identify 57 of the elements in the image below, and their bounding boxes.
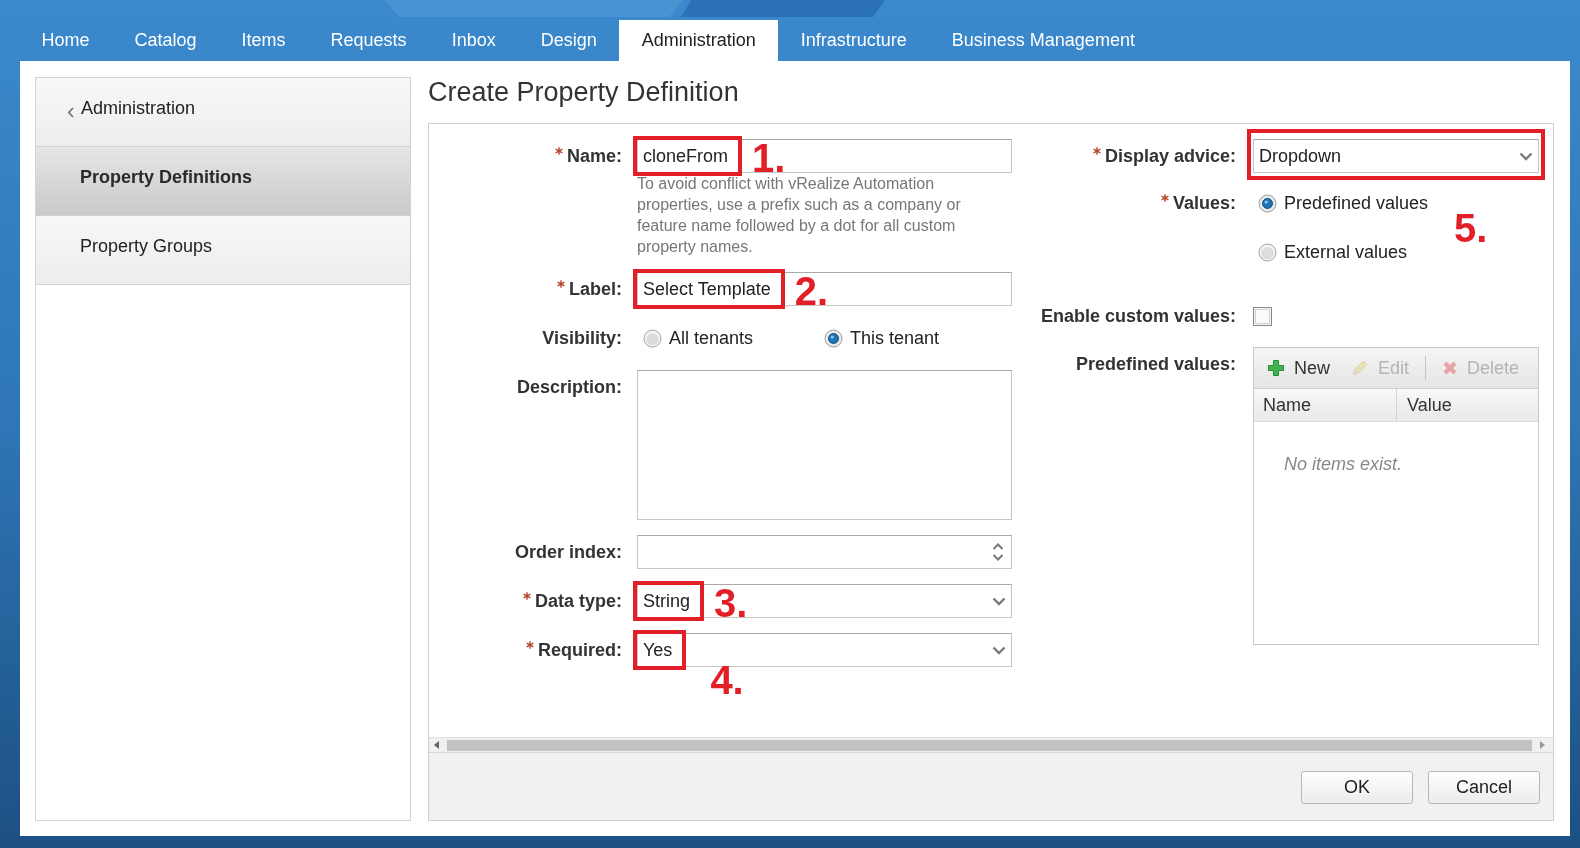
radio-button[interactable]	[824, 328, 843, 348]
callout-frame	[633, 580, 705, 621]
number-input[interactable]	[637, 535, 1012, 569]
page-title: Create Property Definition	[428, 76, 739, 108]
scrollbar-thumb[interactable]	[447, 739, 1532, 751]
back-link[interactable]: Administration	[36, 78, 410, 147]
field-label: Display advice:	[1104, 144, 1236, 168]
callout-number: 5.	[1454, 207, 1488, 248]
sidebar-item[interactable]: Property Definitions	[36, 147, 410, 216]
radio-label: Predefined values	[1284, 191, 1429, 215]
empty-message: No items exist.	[1284, 454, 1403, 474]
callout-frame	[633, 629, 687, 670]
field-label: Order index:	[514, 540, 622, 564]
sidebar-item[interactable]: Property Groups	[36, 216, 410, 285]
field-label: Required:	[538, 638, 622, 662]
nav-tab[interactable]: Catalog	[112, 20, 220, 61]
nav-tab[interactable]: Items	[219, 20, 309, 61]
field-label: Label:	[569, 277, 622, 301]
field-label: Values:	[1172, 191, 1236, 215]
column-header[interactable]: Value	[1397, 389, 1538, 421]
back-chevron-icon	[67, 106, 74, 118]
checkbox[interactable]	[1253, 306, 1272, 326]
cross-icon	[1442, 360, 1459, 376]
chevron-down-icon[interactable]	[992, 596, 1006, 606]
dialog-button[interactable]: OK	[1301, 771, 1413, 804]
nav-tab[interactable]: Infrastructure	[778, 20, 930, 61]
plus-icon	[1267, 359, 1285, 377]
horizontal-scrollbar[interactable]	[429, 737, 1553, 752]
nav-tab[interactable]: Design	[518, 20, 620, 61]
field-label: Name:	[566, 144, 622, 168]
pencil-icon	[1351, 359, 1369, 377]
field-label: Visibility:	[542, 326, 622, 350]
field-label: Predefined values:	[1075, 352, 1236, 376]
add-button[interactable]: New	[1262, 353, 1335, 383]
radio-button[interactable]	[643, 328, 662, 348]
stepper-arrows-icon[interactable]	[992, 541, 1004, 563]
radio-button[interactable]	[1258, 193, 1277, 213]
field-label: Data type:	[534, 589, 622, 613]
field-label: Enable custom values:	[1040, 304, 1236, 328]
scroll-right-icon[interactable]	[1540, 741, 1545, 749]
chevron-down-icon[interactable]	[992, 645, 1006, 655]
radio-label: All tenants	[669, 326, 754, 350]
nav-tab[interactable]: Requests	[308, 20, 430, 61]
radio-label: External values	[1284, 240, 1408, 264]
nav-tab[interactable]: Business Management	[929, 20, 1158, 61]
nav-tab[interactable]: Home	[19, 20, 112, 61]
field-label: Description:	[517, 375, 622, 399]
column-header[interactable]: Name	[1254, 389, 1397, 421]
help-text: To avoid conflict with vRealize Automation properties, use a prefix such as a company or feature name followed by a dot for all custom property names.	[637, 174, 962, 257]
scroll-left-icon[interactable]	[434, 741, 439, 749]
dialog-button[interactable]: Cancel	[1428, 771, 1540, 804]
radio-button[interactable]	[1258, 242, 1277, 262]
nav-tab[interactable]: Inbox	[429, 20, 519, 61]
radio-label: This tenant	[850, 326, 940, 350]
chevron-down-icon[interactable]	[1519, 151, 1533, 161]
nav-tab[interactable]: Administration	[619, 20, 779, 61]
dropdown[interactable]: Yes	[637, 633, 1012, 667]
